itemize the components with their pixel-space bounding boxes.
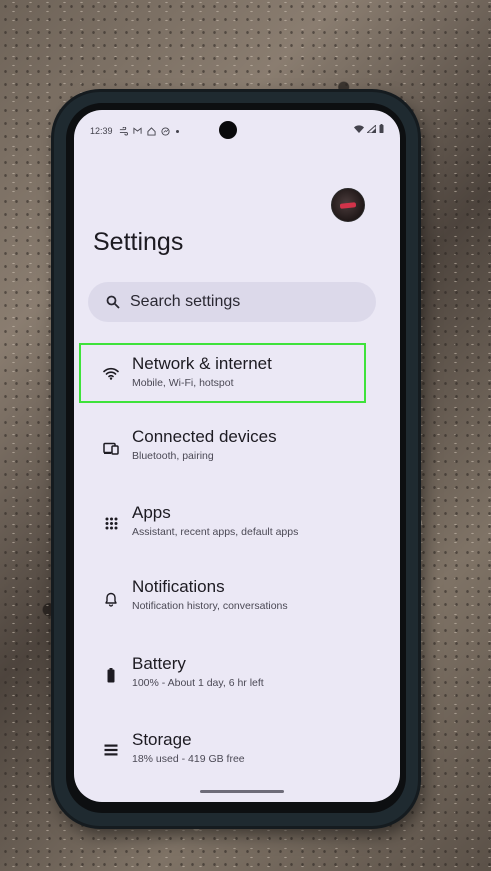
battery-status-icon — [379, 124, 384, 133]
account-avatar[interactable] — [331, 188, 365, 222]
search-placeholder: Search settings — [130, 293, 241, 310]
settings-item-connected-devices[interactable]: Connected devices Bluetooth, pairing — [74, 424, 400, 470]
messenger-icon — [160, 126, 170, 136]
storage-icon — [102, 741, 120, 759]
connected-devices-icon — [102, 439, 120, 457]
bell-icon — [102, 590, 120, 608]
highlight-box — [79, 343, 366, 403]
search-settings-bar[interactable]: Search settings — [88, 282, 376, 322]
status-time: 12:39 — [90, 126, 113, 136]
battery-icon — [102, 666, 120, 684]
page-title: Settings — [93, 228, 184, 256]
wind-icon — [119, 126, 128, 136]
avatar-image — [339, 201, 357, 209]
gesture-navigation-bar[interactable] — [200, 790, 284, 793]
settings-item-title: Storage — [132, 730, 192, 749]
wifi-status-icon — [354, 124, 364, 133]
phone-screen: 12:39 Settings Search settings Network &… — [74, 110, 400, 802]
dot-icon — [175, 129, 179, 133]
system-status-icons — [354, 124, 384, 133]
home-icon — [146, 126, 156, 136]
settings-item-subtitle: 18% used - 419 GB free — [132, 753, 245, 765]
settings-item-battery[interactable]: Battery 100% - About 1 day, 6 hr left — [74, 651, 400, 697]
apps-grid-icon — [102, 514, 120, 532]
camera-cutout — [219, 121, 237, 139]
settings-item-title: Connected devices — [132, 427, 277, 446]
settings-item-subtitle: Notification history, conversations — [132, 600, 288, 612]
settings-item-title: Battery — [132, 654, 186, 673]
search-icon — [106, 295, 120, 309]
gmail-icon — [132, 127, 142, 134]
settings-item-subtitle: Bluetooth, pairing — [132, 450, 214, 462]
settings-item-subtitle: 100% - About 1 day, 6 hr left — [132, 677, 264, 689]
settings-item-notifications[interactable]: Notifications Notification history, conv… — [74, 574, 400, 620]
settings-item-title: Apps — [132, 503, 171, 522]
settings-item-title: Notifications — [132, 577, 225, 596]
signal-icon — [367, 124, 376, 133]
settings-item-subtitle: Assistant, recent apps, default apps — [132, 526, 299, 538]
notification-icons — [119, 126, 180, 136]
settings-item-apps[interactable]: Apps Assistant, recent apps, default app… — [74, 500, 400, 546]
status-bar: 12:39 — [74, 110, 400, 152]
settings-item-storage[interactable]: Storage 18% used - 419 GB free — [74, 727, 400, 773]
